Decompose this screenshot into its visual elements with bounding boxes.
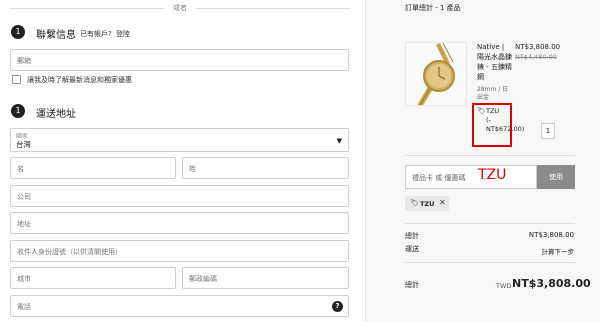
email-placeholder: 郵箱 bbox=[17, 57, 31, 65]
country-select[interactable]: 國家 台灣 ▼ bbox=[10, 128, 349, 152]
apply-button[interactable]: 使用 bbox=[537, 165, 575, 189]
shipping-step-number: 1 bbox=[11, 104, 25, 118]
handwritten-annotation: TZU bbox=[478, 167, 507, 183]
product-variant: 28mm / 日出金 bbox=[477, 86, 509, 101]
discount-amount-text: (-NT$672.00) bbox=[486, 116, 525, 133]
discount-code-text: TZU bbox=[486, 107, 500, 115]
login-link[interactable]: 登陸 bbox=[116, 29, 130, 39]
country-value: 台灣 bbox=[16, 140, 31, 149]
watch-image bbox=[406, 43, 466, 105]
divider-line bbox=[10, 8, 165, 9]
discount-code-placeholder: 禮品卡 或 優惠碼 bbox=[412, 174, 466, 182]
tag-icon: 🏷 bbox=[477, 107, 486, 115]
phone-placeholder: 電話 bbox=[17, 303, 31, 311]
contact-step-number: 1 bbox=[11, 25, 25, 39]
divider-line bbox=[195, 8, 350, 9]
subtotal-label: 總計 bbox=[405, 232, 419, 240]
postal-code-placeholder: 郵政編碼 bbox=[189, 275, 217, 283]
product-original-price: NT$4,480.00 bbox=[515, 53, 557, 61]
postal-code-field[interactable]: 郵政編碼 bbox=[182, 267, 349, 289]
product-name: Native | 陽光水晶鍊錶 - 五鍊精鋼 bbox=[477, 43, 512, 81]
contact-section-title: 聯繫信息 bbox=[36, 30, 76, 41]
applied-code-chip: 🏷 TZU ✕ bbox=[405, 196, 449, 211]
close-icon[interactable]: ✕ bbox=[439, 198, 446, 207]
have-account-text: 已有帳戶? bbox=[80, 30, 112, 38]
product-price: NT$3,808.00 bbox=[515, 43, 561, 51]
address-placeholder: 地址 bbox=[17, 220, 31, 228]
product-image bbox=[405, 42, 467, 106]
newsletter-label: 讓我及時了解最新消息和獨家優惠 bbox=[27, 76, 132, 84]
company-field[interactable]: 公司 bbox=[10, 185, 349, 207]
discount-info: TZU (-NT$672.00) bbox=[486, 107, 525, 134]
first-name-placeholder: 名 bbox=[17, 165, 24, 173]
last-name-field[interactable]: 姓 bbox=[182, 157, 349, 179]
tag-icon: 🏷 bbox=[410, 199, 419, 207]
caret-down-icon: ▼ bbox=[336, 137, 342, 145]
first-name-field[interactable]: 名 bbox=[10, 157, 176, 179]
order-summary-title: 訂單總計 - 1 產品 bbox=[405, 4, 461, 12]
quantity-badge: 1 bbox=[541, 123, 555, 139]
applied-code-text: TZU bbox=[420, 200, 435, 208]
summary-divider bbox=[405, 223, 575, 224]
or-divider: 或者 bbox=[10, 2, 350, 14]
or-text: 或者 bbox=[173, 4, 187, 12]
phone-field[interactable]: 電話 ? bbox=[10, 295, 349, 317]
recipient-id-placeholder: 收件人身份證號（以供清關使用） bbox=[17, 248, 122, 256]
last-name-placeholder: 姓 bbox=[189, 165, 196, 173]
city-field[interactable]: 城市 bbox=[10, 267, 176, 289]
address-field[interactable]: 地址 bbox=[10, 212, 349, 234]
total-value: NT$3,808.00 bbox=[512, 277, 591, 290]
discount-code-input[interactable]: 禮品卡 或 優惠碼 TZU bbox=[405, 165, 537, 189]
subtotal-value: NT$3,808.00 bbox=[528, 231, 574, 239]
recipient-id-field[interactable]: 收件人身份證號（以供清關使用） bbox=[10, 240, 349, 262]
company-placeholder: 公司 bbox=[17, 193, 31, 201]
help-icon[interactable]: ? bbox=[332, 301, 343, 312]
total-label: 總計 bbox=[405, 281, 419, 289]
shipping-value: 計算下一步 bbox=[541, 248, 575, 256]
total-currency: TWD bbox=[496, 282, 512, 290]
summary-divider bbox=[405, 155, 575, 156]
shipping-label: 運送 bbox=[405, 245, 419, 253]
shipping-section-title: 運送地址 bbox=[36, 109, 76, 120]
newsletter-checkbox[interactable] bbox=[12, 75, 21, 84]
summary-divider bbox=[405, 262, 575, 263]
checkout-form-panel: 或者 1 聯繫信息 已有帳戶? 登陸 郵箱 讓我及時了解最新消息和獨家優惠 1 … bbox=[0, 0, 365, 322]
email-field[interactable]: 郵箱 bbox=[10, 49, 349, 71]
city-placeholder: 城市 bbox=[17, 275, 31, 283]
